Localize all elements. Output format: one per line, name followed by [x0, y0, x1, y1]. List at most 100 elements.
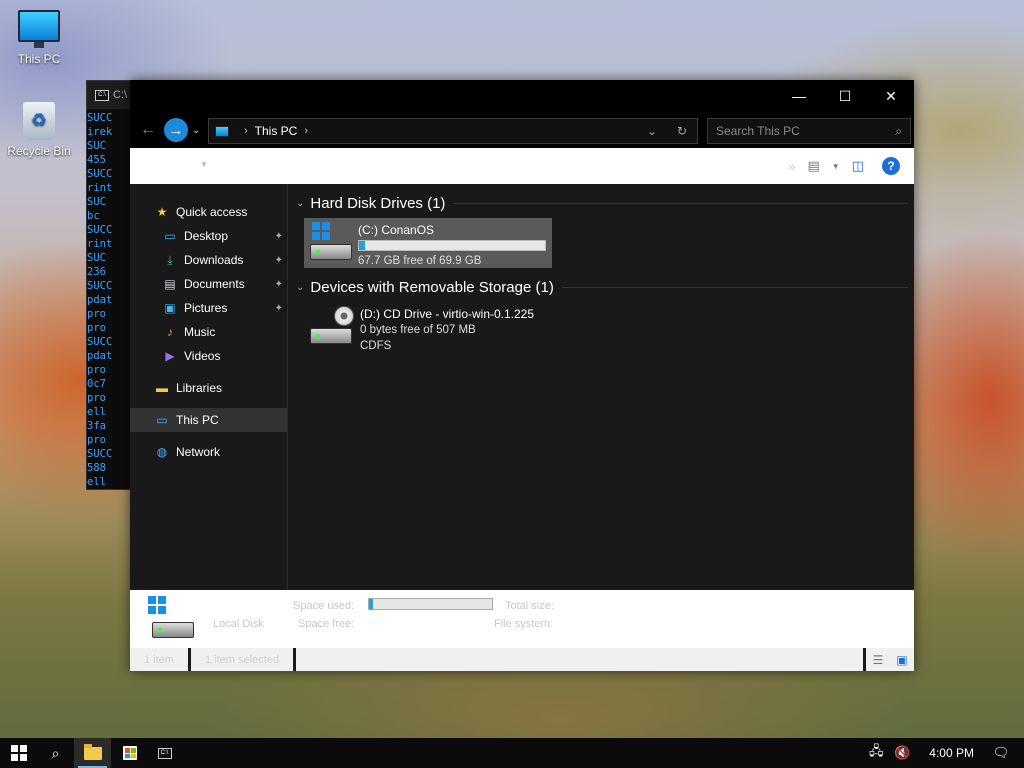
pin-icon[interactable]: ✦ [275, 255, 283, 266]
sidebar-item-this-pc[interactable]: ▭ This PC [130, 408, 287, 432]
address-history-chevron-icon[interactable]: ⌄ [637, 124, 667, 138]
recent-locations-button[interactable]: ⌄ [192, 125, 200, 136]
console-icon: C:\ [157, 747, 172, 759]
console-line: SUCC [87, 280, 113, 292]
volume-muted-icon[interactable]: 🔇 [889, 745, 915, 761]
notifications-icon[interactable]: 🗨 [988, 745, 1014, 761]
console-output: SUCC irek SUC 455 SUCC rint SUC bc SUCC rint SUC 23… [87, 109, 135, 489]
search-icon: ⌕ [51, 744, 60, 761]
ribbon: ▼ » ▤ ▼ ◫ ? [130, 148, 914, 184]
sidebar-item-downloads[interactable]: ⤓ Downloads ✦ [130, 248, 287, 272]
pin-icon[interactable]: ✦ [275, 231, 283, 242]
star-icon: ★ [156, 205, 168, 219]
sidebar-item-label: Libraries [176, 381, 223, 395]
refresh-icon[interactable]: ↻ [667, 124, 697, 138]
downloads-icon: ⤓ [167, 252, 173, 267]
sidebar-item-pictures[interactable]: ▣ Pictures ✦ [130, 296, 287, 320]
help-icon[interactable]: ? [882, 157, 900, 175]
clock[interactable]: 4:00 PM [915, 746, 988, 760]
ribbon-expand-chevron-icon[interactable]: ▼ [200, 160, 208, 169]
console-line: SUC [87, 252, 106, 264]
console-title: C:\ [113, 89, 128, 101]
pin-icon[interactable]: ✦ [275, 279, 283, 290]
chevron-down-icon[interactable]: ⌄ [296, 282, 304, 293]
console-line: pro [87, 322, 106, 334]
console-line: 3fa [87, 420, 106, 432]
taskbar-store[interactable] [111, 738, 148, 768]
preview-pane-icon[interactable]: ◫ [852, 158, 864, 174]
console-line: irek [87, 126, 113, 138]
taskbar-file-explorer[interactable] [74, 738, 111, 768]
sidebar-item-music[interactable]: ♪ Music [130, 320, 287, 344]
sidebar-item-desktop[interactable]: ▭ Desktop ✦ [130, 224, 287, 248]
mouse-cursor-icon [158, 131, 170, 147]
drive-free-space: 0 bytes free of 507 MB [360, 324, 476, 336]
close-icon: ✕ [885, 87, 897, 104]
drive-name: (C:) ConanOS [358, 223, 435, 237]
console-icon: C:\ [95, 89, 109, 101]
console-line: 0c7 [87, 378, 106, 390]
console-window[interactable]: C:\ C:\ SUCC irek SUC 455 SUCC rint SUC bc SUCC r… [86, 80, 136, 490]
sidebar-item-documents[interactable]: ▤ Documents ✦ [130, 272, 287, 296]
sidebar-item-label: Network [176, 445, 221, 459]
group-header-hard-disk-drives[interactable]: ⌄ Hard Disk Drives (1) [296, 192, 914, 214]
sidebar-item-libraries[interactable]: ▬ Libraries [130, 376, 287, 400]
console-line: ell [87, 406, 106, 418]
overflow-chevron-icon[interactable]: » [788, 159, 795, 174]
music-icon: ♪ [167, 325, 173, 339]
chevron-down-icon[interactable]: ⌄ [296, 198, 304, 209]
search-icon[interactable]: ⌕ [895, 124, 902, 139]
view-layout-chevron-icon[interactable]: ▼ [832, 162, 840, 171]
search-button[interactable]: ⌕ [37, 738, 74, 768]
console-line: pdat [87, 350, 113, 362]
titlebar[interactable]: — ☐ ✕ [130, 80, 914, 112]
close-button[interactable]: ✕ [868, 80, 914, 112]
search-box[interactable]: ⌕ [707, 118, 911, 144]
breadcrumb-separator-icon[interactable]: › [304, 125, 308, 137]
network-icon: ◍ [156, 445, 168, 459]
console-line: 455 [87, 154, 106, 166]
console-line: rint [87, 182, 113, 194]
console-line: SUCC [87, 448, 113, 460]
breadcrumb-separator-icon[interactable]: › [244, 125, 248, 137]
pin-icon[interactable]: ✦ [275, 303, 283, 314]
monitor-icon [18, 10, 60, 48]
documents-icon: ▤ [164, 277, 176, 291]
system-tray: 🖧 🔇 4:00 PM 🗨 [863, 738, 1024, 768]
file-explorer-window[interactable]: — ☐ ✕ ← → ⌄ › This PC › ⌄ ↻ ⌕ ▼ » ▤ ▼ ◫ … [130, 80, 914, 671]
details-view-icon[interactable]: ☰ [866, 653, 890, 667]
group-header-removable-storage[interactable]: ⌄ Devices with Removable Storage (1) [296, 276, 914, 298]
sidebar-item-network[interactable]: ◍ Network [130, 440, 287, 464]
console-line: SUC [87, 140, 106, 152]
drive-tile-d[interactable]: (D:) CD Drive - virtio-win-0.1.225 0 byt… [304, 302, 914, 358]
sidebar-item-videos[interactable]: ▶ Videos [130, 344, 287, 368]
large-icons-view-icon[interactable]: ▣ [890, 653, 914, 667]
back-button[interactable]: ← [136, 118, 160, 142]
taskbar-console[interactable]: C:\ [148, 738, 185, 768]
console-titlebar[interactable]: C:\ C:\ [87, 81, 135, 109]
sidebar-item-label: Pictures [184, 301, 228, 315]
libraries-folder-icon: ▬ [156, 381, 168, 395]
maximize-button[interactable]: ☐ [822, 80, 868, 112]
sidebar-item-quick-access[interactable]: ★ Quick access [130, 200, 287, 224]
search-input[interactable] [716, 124, 886, 138]
start-button[interactable] [0, 738, 37, 768]
console-line: SUCC [87, 224, 113, 236]
breadcrumb-this-pc[interactable]: This PC [255, 124, 298, 138]
sidebar-item-label: Downloads [184, 253, 244, 267]
drive-tile-c[interactable]: (C:) ConanOS 67.7 GB free of 69.9 GB [304, 218, 552, 268]
sidebar-item-label: Documents [184, 277, 245, 291]
desktop-icon-label: This PC [17, 52, 61, 66]
desktop-icon-this-pc[interactable]: This PC [2, 10, 76, 66]
console-line: 236 [87, 266, 106, 278]
minimize-button[interactable]: — [776, 80, 822, 112]
drive-name: (D:) CD Drive - virtio-win-0.1.225 [360, 307, 535, 321]
address-bar[interactable]: › This PC › ⌄ ↻ [208, 118, 698, 144]
desktop-icon-recycle-bin[interactable]: Recycle Bin [2, 102, 76, 158]
status-selected-count: 1 item selected [191, 648, 296, 671]
network-status-icon[interactable]: 🖧 [863, 742, 889, 764]
recycle-bin-icon [23, 102, 55, 140]
videos-icon: ▶ [165, 349, 175, 363]
view-layout-icon[interactable]: ▤ [807, 158, 819, 174]
details-usage-bar [368, 598, 493, 610]
